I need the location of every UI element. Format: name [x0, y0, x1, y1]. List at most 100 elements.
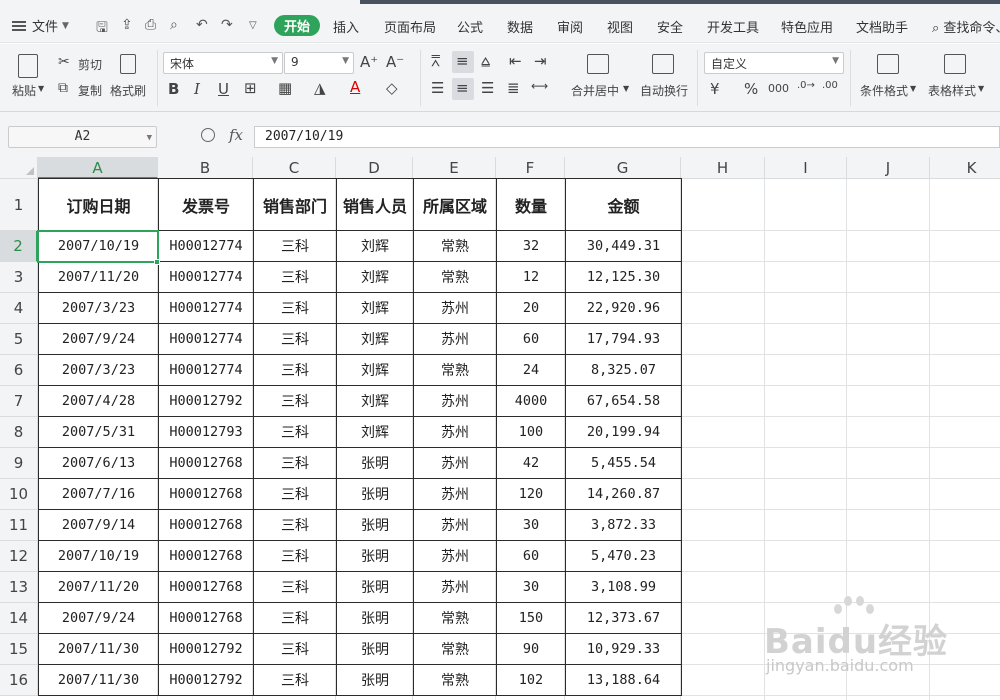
zoom-search-icon[interactable]: [201, 128, 215, 142]
tab-insert[interactable]: 插入: [333, 17, 359, 36]
table-cell[interactable]: 苏州: [413, 385, 497, 417]
table-cell[interactable]: 三科: [253, 323, 337, 355]
table-cell[interactable]: H00012768: [158, 571, 254, 603]
tab-special-apps[interactable]: 特色应用: [781, 17, 833, 36]
align-center-icon[interactable]: ≡: [456, 79, 469, 97]
table-cell[interactable]: 2007/11/30: [38, 633, 159, 665]
table-cell[interactable]: 三科: [253, 633, 337, 665]
table-cell[interactable]: 102: [496, 664, 566, 696]
table-cell[interactable]: 24: [496, 354, 566, 386]
increase-font-icon[interactable]: A⁺: [360, 53, 378, 71]
font-size-select[interactable]: 9 ▼: [284, 52, 354, 74]
row-header-7[interactable]: 7: [0, 386, 38, 417]
row-header-12[interactable]: 12: [0, 541, 38, 572]
table-cell[interactable]: 13,188.64: [565, 664, 682, 696]
tab-data[interactable]: 数据: [507, 17, 533, 36]
table-cell[interactable]: 2007/10/19: [38, 540, 159, 572]
table-cell[interactable]: 3,872.33: [565, 509, 682, 541]
align-right-icon[interactable]: ☰: [481, 79, 494, 97]
row-header-11[interactable]: 11: [0, 510, 38, 541]
select-all-corner[interactable]: [0, 157, 38, 179]
table-cell[interactable]: H00012768: [158, 540, 254, 572]
row-header-2[interactable]: 2: [0, 231, 38, 262]
tab-page-layout[interactable]: 页面布局: [384, 17, 436, 36]
table-cell[interactable]: 2007/11/20: [38, 571, 159, 603]
row-header-14[interactable]: 14: [0, 603, 38, 634]
table-cell[interactable]: H00012774: [158, 230, 254, 262]
tab-formulas[interactable]: 公式: [457, 17, 483, 36]
table-cell[interactable]: 苏州: [413, 323, 497, 355]
align-left-icon[interactable]: ☰: [431, 79, 444, 97]
percent-icon[interactable]: %: [744, 80, 758, 98]
table-cell[interactable]: 常熟: [413, 664, 497, 696]
table-cell[interactable]: 刘辉: [336, 416, 414, 448]
table-cell[interactable]: H00012774: [158, 354, 254, 386]
column-header-i[interactable]: I: [765, 157, 847, 179]
table-cell[interactable]: H00012774: [158, 261, 254, 293]
table-cell[interactable]: 三科: [253, 478, 337, 510]
tab-developer[interactable]: 开发工具: [707, 17, 759, 36]
row-header-15[interactable]: 15: [0, 634, 38, 665]
table-cell[interactable]: 三科: [253, 230, 337, 262]
row-header-5[interactable]: 5: [0, 324, 38, 355]
table-cell[interactable]: 17,794.93: [565, 323, 682, 355]
table-cell[interactable]: 刘辉: [336, 292, 414, 324]
table-cell[interactable]: H00012792: [158, 385, 254, 417]
table-header-cell[interactable]: 销售人员: [336, 178, 414, 231]
tab-security[interactable]: 安全: [657, 17, 683, 36]
column-header-f[interactable]: F: [496, 157, 565, 179]
redo-icon[interactable]: ↷: [221, 17, 233, 33]
print-icon[interactable]: ⎙: [145, 17, 156, 33]
table-cell[interactable]: 2007/7/16: [38, 478, 159, 510]
save-icon[interactable]: 🖫: [96, 17, 108, 41]
cell-fill-icon[interactable]: ▦: [278, 79, 292, 97]
row-header-1[interactable]: 1: [0, 179, 38, 231]
table-cell[interactable]: 三科: [253, 261, 337, 293]
column-header-c[interactable]: C: [253, 157, 336, 179]
table-cell[interactable]: 张明: [336, 633, 414, 665]
table-header-cell[interactable]: 数量: [496, 178, 566, 231]
justify-icon[interactable]: ≣: [507, 79, 520, 97]
table-header-cell[interactable]: 所属区域: [413, 178, 497, 231]
table-cell[interactable]: 张明: [336, 602, 414, 634]
row-header-8[interactable]: 8: [0, 417, 38, 448]
clear-format-icon[interactable]: ◇: [386, 79, 398, 97]
table-cell[interactable]: 30: [496, 509, 566, 541]
table-cell[interactable]: H00012774: [158, 292, 254, 324]
column-header-e[interactable]: E: [413, 157, 496, 179]
file-menu-button[interactable]: 文件 ▼: [12, 16, 69, 35]
column-header-k[interactable]: K: [930, 157, 1000, 179]
table-cell[interactable]: 苏州: [413, 416, 497, 448]
table-cell[interactable]: 张明: [336, 664, 414, 696]
column-header-b[interactable]: B: [158, 157, 253, 179]
tab-review[interactable]: 审阅: [557, 17, 583, 36]
table-cell[interactable]: 三科: [253, 447, 337, 479]
table-cell[interactable]: 三科: [253, 602, 337, 634]
table-cell[interactable]: 苏州: [413, 509, 497, 541]
table-cell[interactable]: H00012768: [158, 447, 254, 479]
table-cell[interactable]: 2007/9/24: [38, 602, 159, 634]
table-cell[interactable]: 22,920.96: [565, 292, 682, 324]
table-cell[interactable]: 三科: [253, 509, 337, 541]
table-cell[interactable]: 张明: [336, 571, 414, 603]
table-cell[interactable]: 14,260.87: [565, 478, 682, 510]
column-header-j[interactable]: J: [847, 157, 930, 179]
name-box[interactable]: A2 ▼: [8, 126, 157, 148]
table-cell[interactable]: 42: [496, 447, 566, 479]
indent-increase-icon[interactable]: ⇥: [534, 52, 547, 70]
table-cell[interactable]: 30,449.31: [565, 230, 682, 262]
export-icon[interactable]: ⇪: [121, 17, 133, 33]
decrease-decimal-icon[interactable]: .00: [822, 80, 838, 91]
thousands-icon[interactable]: 000: [768, 82, 789, 95]
quick-access-more-icon[interactable]: ▽: [249, 20, 257, 31]
table-cell[interactable]: 三科: [253, 416, 337, 448]
font-name-select[interactable]: 宋体 ▼: [163, 52, 283, 74]
table-cell[interactable]: H00012792: [158, 664, 254, 696]
bold-icon[interactable]: B: [168, 80, 179, 98]
underline-icon[interactable]: U: [218, 80, 229, 98]
formula-input[interactable]: 2007/10/19: [254, 126, 1000, 148]
tab-doc-assistant[interactable]: 文档助手: [856, 17, 908, 36]
table-cell[interactable]: 20: [496, 292, 566, 324]
table-cell[interactable]: 2007/11/30: [38, 664, 159, 696]
table-cell[interactable]: 32: [496, 230, 566, 262]
